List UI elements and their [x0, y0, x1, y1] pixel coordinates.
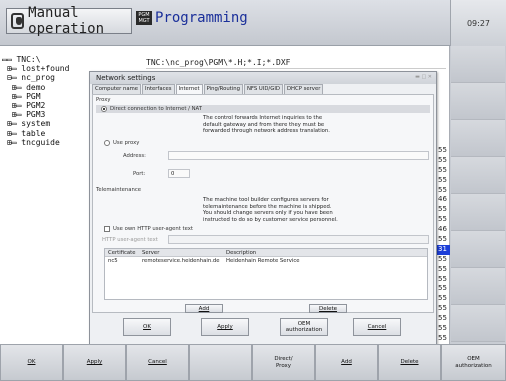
side-softkey[interactable]	[451, 194, 505, 231]
window-controls: ▬ □ ✕	[415, 74, 432, 80]
line-number: 55	[438, 333, 447, 342]
apply-button[interactable]: Apply	[201, 318, 249, 336]
softkey-ok[interactable]: OK	[0, 344, 63, 381]
direct-connection-note: The control forwards Internet inquiries …	[203, 115, 330, 135]
user-agent-text-field[interactable]	[168, 235, 429, 244]
address-label: Address:	[123, 153, 146, 159]
line-number: 55	[438, 235, 447, 244]
internet-panel: Proxy Direct connection to Internet / NA…	[92, 94, 434, 313]
table-header: Certificate Server Description	[105, 249, 427, 257]
line-number: 55	[438, 254, 447, 263]
line-number: 55	[438, 185, 447, 194]
col-server: Server	[142, 250, 160, 256]
side-softkey[interactable]	[451, 157, 505, 194]
table-row[interactable]: nc5 remoteservice.heidenhain.de Heidenha…	[105, 257, 427, 265]
tab-interfaces[interactable]: Interfaces	[142, 84, 175, 94]
side-softkey[interactable]	[451, 46, 505, 83]
softkey-apply[interactable]: Apply	[63, 344, 126, 381]
side-softkey[interactable]	[451, 305, 505, 342]
line-number: 55	[438, 205, 447, 214]
softkey-cancel[interactable]: Cancel	[126, 344, 189, 381]
tab-bar: Computer name Interfaces Internet Ping/R…	[92, 84, 324, 94]
tab-dhcp-server[interactable]: DHCP server	[283, 84, 324, 94]
oem-authorization-button[interactable]: OEM authorization	[280, 318, 328, 336]
network-settings-dialog: Network settings ▬ □ ✕ Computer name Int…	[89, 71, 437, 354]
own-user-agent-label: Use own HTTP user-agent text	[113, 226, 193, 232]
line-number: 55	[438, 314, 447, 323]
side-softkey[interactable]	[451, 120, 505, 157]
tree-item[interactable]: ⊞▭ system	[2, 119, 69, 128]
clock: 09:27	[450, 0, 506, 46]
add-button[interactable]: Add	[185, 304, 223, 313]
direct-connection-radio[interactable]	[101, 106, 107, 112]
line-number: 55	[438, 284, 447, 293]
own-user-agent-checkbox[interactable]	[104, 226, 110, 232]
line-number: 55	[438, 324, 447, 333]
softkey-direct-proxy[interactable]: Direct/Proxy	[252, 344, 315, 381]
address-field[interactable]	[168, 151, 429, 160]
tab-ping-routing[interactable]: Ping/Routing	[203, 84, 243, 94]
line-number: 46	[438, 195, 447, 204]
line-number-column: 55 55 55 55 55 46 55 55 46 55 31 55 55 55 55 55 55 55 55 55…	[437, 146, 451, 373]
side-softkey-bar	[450, 46, 506, 344]
tree-item[interactable]: ⊟▭ nc_prog	[2, 73, 69, 82]
hand-wheel-icon	[11, 13, 25, 29]
line-number: 55	[438, 274, 447, 283]
tab-internet[interactable]: Internet	[175, 84, 203, 94]
side-softkey[interactable]	[451, 231, 505, 268]
side-softkey[interactable]	[451, 83, 505, 120]
tree-item[interactable]: ⊞▭ tncguide	[2, 138, 69, 147]
dialog-title: Network settings	[90, 72, 436, 84]
softkey-add[interactable]: Add	[315, 344, 378, 381]
proxy-group-label: Proxy	[96, 97, 111, 103]
divider	[146, 68, 446, 69]
line-number: 46	[438, 225, 447, 234]
tree-item[interactable]: ▭▭ TNC:\	[2, 55, 69, 64]
cancel-button[interactable]: Cancel	[353, 318, 401, 336]
tree-item[interactable]: ⊞▭ PGM3	[2, 110, 69, 119]
telemaintenance-group-label: Telemaintenance	[96, 187, 142, 193]
directory-tree[interactable]: ▭▭ TNC:\ ⊞▭ lost+found ⊟▭ nc_prog ⊞▭ dem…	[2, 55, 69, 147]
line-number: 55	[438, 146, 447, 154]
pgm-mgt-icon: PGM MGT	[136, 11, 152, 25]
tree-item[interactable]: ⊞▭ table	[2, 129, 69, 138]
mode-manual-operation[interactable]: Manual operation	[6, 5, 132, 37]
tree-item[interactable]: ⊞▭ PGM2	[2, 101, 69, 110]
side-softkey[interactable]	[451, 268, 505, 305]
line-number: 55	[438, 294, 447, 303]
col-certificate: Certificate	[108, 250, 136, 256]
line-number: 55	[438, 165, 447, 174]
line-number: 55	[438, 264, 447, 273]
port-label: Port:	[133, 171, 146, 177]
tree-item[interactable]: ⊞▭ PGM	[2, 92, 69, 101]
path-display: TNC:\nc_prog\PGM\*.H;*.I;*.DXF	[146, 58, 291, 67]
use-proxy-radio[interactable]	[104, 140, 110, 146]
mode-right-label: Programming	[155, 10, 248, 26]
col-description: Description	[226, 250, 257, 256]
tree-item[interactable]: ⊞▭ demo	[2, 83, 69, 92]
mode-programming[interactable]: PGM MGT Programming	[136, 10, 248, 26]
softkey-delete[interactable]: Delete	[378, 344, 441, 381]
certificate-table: Certificate Server Description nc5 remot…	[104, 248, 428, 300]
use-proxy-label: Use proxy	[113, 140, 140, 146]
user-agent-text-label: HTTP user-agent text	[102, 237, 158, 243]
port-field[interactable]: 0	[168, 169, 190, 178]
delete-button[interactable]: Delete	[309, 304, 347, 313]
tab-computer-name[interactable]: Computer name	[92, 84, 142, 94]
line-number: 31	[437, 244, 451, 255]
tree-item[interactable]: ⊞▭ lost+found	[2, 64, 70, 73]
line-number: 55	[438, 175, 447, 184]
telemaintenance-note: The machine tool builder configures serv…	[203, 197, 338, 223]
line-number: 55	[438, 304, 447, 313]
line-number: 55	[438, 155, 447, 164]
mode-left-label: Manual operation	[28, 5, 105, 37]
tab-nfs-uid-gid[interactable]: NFS UID/GID	[243, 84, 283, 94]
line-number: 55	[438, 215, 447, 224]
softkey-oem-authorization[interactable]: OEM authorization	[441, 344, 506, 381]
header-bar: Manual operation PGM MGT Programming	[0, 0, 506, 46]
softkey-empty	[189, 344, 252, 381]
direct-connection-label: Direct connection to Internet / NAT	[110, 106, 203, 112]
ok-button[interactable]: OK	[123, 318, 171, 336]
